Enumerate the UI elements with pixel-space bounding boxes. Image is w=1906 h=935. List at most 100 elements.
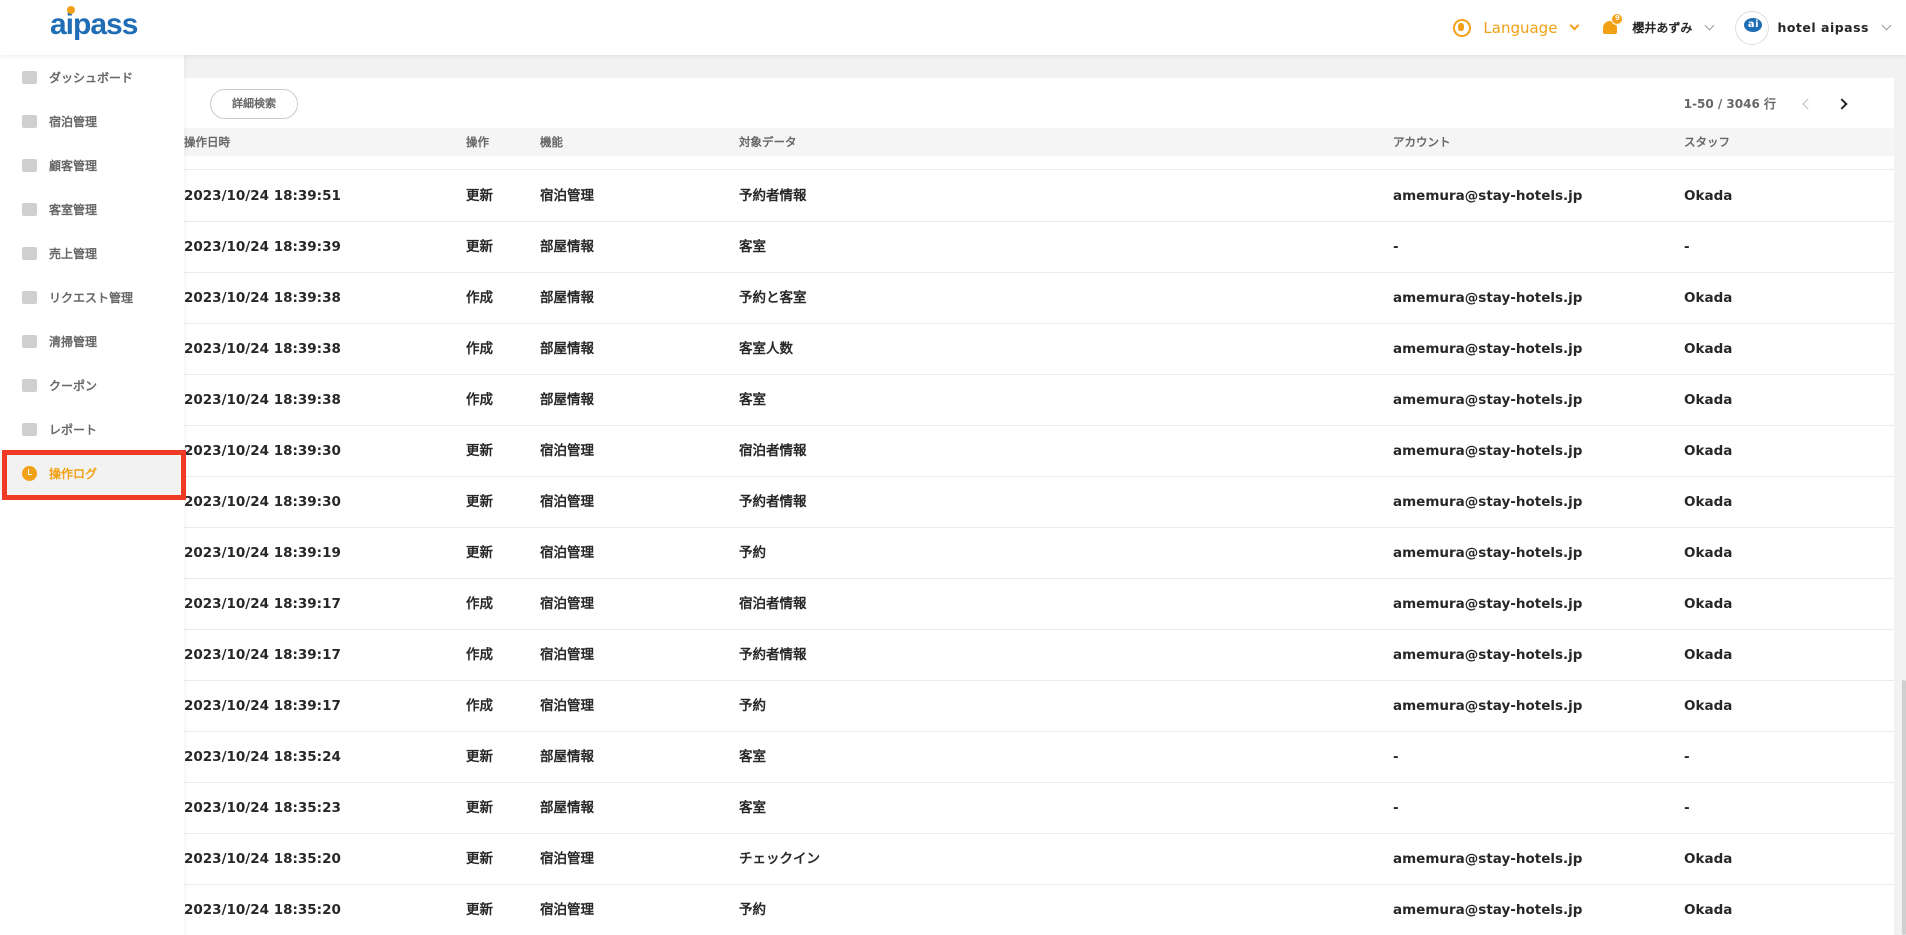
table-cell: 部屋情報 <box>540 290 594 306</box>
vertical-scrollbar[interactable] <box>1902 680 1906 935</box>
bed-icon <box>22 114 37 128</box>
table-cell: 宿泊管理 <box>540 494 594 510</box>
table-cell: 客室 <box>739 749 766 765</box>
table-row[interactable]: 2023/10/24 18:35:20 更新 宿泊管理 チェックイン amemura@s… <box>150 834 1894 885</box>
table-cell: 予約 <box>739 902 766 918</box>
table-row[interactable]: 2023/10/24 18:35:20 更新 宿泊管理 予約 amemura@stay-… <box>150 885 1894 935</box>
column-header[interactable]: 操作日時 <box>184 128 230 156</box>
sidebar-item[interactable]: 宿泊管理 <box>0 99 184 143</box>
chevron-right-icon[interactable] <box>1836 97 1848 110</box>
sidebar-item-label: 売上管理 <box>49 246 98 261</box>
table-cell: amemura@stay-hotels.jp <box>1393 392 1583 408</box>
table-cell: 宿泊者情報 <box>739 596 807 612</box>
table-cell: 作成 <box>466 596 493 612</box>
table-row-partial <box>150 156 1894 170</box>
table-row[interactable]: 2023/10/24 18:39:17 作成 宿泊管理 宿泊者情報 amemura@st… <box>150 579 1894 630</box>
table-cell: 更新 <box>466 239 493 255</box>
table-row[interactable]: 2023/10/24 18:35:23 更新 部屋情報 客室 - - <box>150 783 1894 834</box>
table-cell: - <box>1393 800 1399 816</box>
table-cell: Okada <box>1684 494 1733 510</box>
table-cell: 宿泊管理 <box>540 647 594 663</box>
header-controls: Language 9 櫻井あずみ ai hotel aipass <box>1453 0 1892 55</box>
table-row[interactable]: 2023/10/24 18:39:30 更新 宿泊管理 宿泊者情報 amemura@st… <box>150 426 1894 477</box>
hotel-menu[interactable]: ai hotel aipass <box>1735 10 1892 45</box>
table-row[interactable]: 2023/10/24 18:39:51 更新 宿泊管理 予約者情報 amemura@st… <box>150 171 1894 222</box>
table-row[interactable]: 2023/10/24 18:39:17 作成 宿泊管理 予約者情報 amemura@st… <box>150 630 1894 681</box>
table-cell: 客室 <box>739 239 766 255</box>
table-cell: 2023/10/24 18:39:30 <box>184 494 341 510</box>
sidebar-item[interactable]: レポート <box>0 407 184 451</box>
table-cell: amemura@stay-hotels.jp <box>1393 698 1583 714</box>
table-cell: amemura@stay-hotels.jp <box>1393 851 1583 867</box>
table-cell: 更新 <box>466 851 493 867</box>
sidebar-item-label: ダッシュボード <box>49 70 134 85</box>
table-cell: 部屋情報 <box>540 392 594 408</box>
table-cell: 部屋情報 <box>540 800 594 816</box>
table-cell: Okada <box>1684 698 1733 714</box>
user-menu[interactable]: 櫻井あずみ <box>1632 19 1715 36</box>
table-cell: 客室人数 <box>739 341 793 357</box>
table-row[interactable]: 2023/10/24 18:39:38 作成 部屋情報 客室人数 amemura@sta… <box>150 324 1894 375</box>
customer-icon <box>22 158 37 172</box>
sidebar-item[interactable]: 客室管理 <box>0 187 184 231</box>
column-header[interactable]: スタッフ <box>1684 128 1730 156</box>
table-cell: 部屋情報 <box>540 239 594 255</box>
table-cell: amemura@stay-hotels.jp <box>1393 647 1583 663</box>
sidebar-item[interactable]: クーポン <box>0 363 184 407</box>
table-cell: 2023/10/24 18:39:38 <box>184 392 341 408</box>
table-cell: 作成 <box>466 647 493 663</box>
table-cell: 2023/10/24 18:39:38 <box>184 341 341 357</box>
table-cell: 2023/10/24 18:39:19 <box>184 545 341 561</box>
broom-icon <box>22 334 37 348</box>
aipass-logo[interactable]: aipass <box>50 6 138 42</box>
sidebar-item[interactable]: リクエスト管理 <box>0 275 184 319</box>
table-cell: 客室 <box>739 392 766 408</box>
table-row[interactable]: 2023/10/24 18:39:38 作成 部屋情報 客室 amemura@stay-… <box>150 375 1894 426</box>
table-cell: 2023/10/24 18:39:51 <box>184 188 341 204</box>
table-cell: Okada <box>1684 596 1733 612</box>
sidebar-item[interactable]: 顧客管理 <box>0 143 184 187</box>
column-header[interactable]: アカウント <box>1393 128 1451 156</box>
column-header[interactable]: 対象データ <box>739 128 797 156</box>
table-cell: 更新 <box>466 545 493 561</box>
table-cell: 予約と客室 <box>739 290 807 306</box>
table-row[interactable]: 2023/10/24 18:39:19 更新 宿泊管理 予約 amemura@stay-… <box>150 528 1894 579</box>
table-cell: Okada <box>1684 392 1733 408</box>
coupon-icon <box>22 378 37 392</box>
sidebar-item-label: 清掃管理 <box>49 334 98 349</box>
table-cell: amemura@stay-hotels.jp <box>1393 443 1583 459</box>
table-cell: 部屋情報 <box>540 341 594 357</box>
top-bar: aipass Language 9 櫻井あずみ ai hotel aipass <box>0 0 1906 55</box>
table-cell: 予約者情報 <box>739 647 807 663</box>
table-cell: - <box>1684 800 1690 816</box>
sidebar-item-label: 宿泊管理 <box>49 114 98 129</box>
calculator-icon <box>22 246 37 260</box>
table-cell: 予約者情報 <box>739 188 807 204</box>
column-header[interactable]: 操作 <box>466 128 489 156</box>
table-cell: 2023/10/24 18:35:23 <box>184 800 341 816</box>
operation-log-panel: 詳細検索 1-50 / 3046 行 操作日時 操作 機能 対象データ アカウント スタッ… <box>150 78 1894 935</box>
sidebar-item-label: レポート <box>49 422 98 437</box>
table-row[interactable]: 2023/10/24 18:39:17 作成 宿泊管理 予約 amemura@stay-… <box>150 681 1894 732</box>
sidebar-item[interactable]: 売上管理 <box>0 231 184 275</box>
sidebar-item[interactable]: ダッシュボード <box>0 55 184 99</box>
advanced-search-button[interactable]: 詳細検索 <box>210 89 298 119</box>
table-cell: 更新 <box>466 902 493 918</box>
table-cell: Okada <box>1684 290 1733 306</box>
bell-icon[interactable]: 9 <box>1602 12 1624 37</box>
table-cell: 2023/10/24 18:35:24 <box>184 749 341 765</box>
table-cell: 作成 <box>466 698 493 714</box>
chart-icon <box>22 422 37 436</box>
highlight-box <box>2 450 186 500</box>
table-row[interactable]: 2023/10/24 18:35:24 更新 部屋情報 客室 - - <box>150 732 1894 783</box>
table-cell: 部屋情報 <box>540 749 594 765</box>
table-row[interactable]: 2023/10/24 18:39:30 更新 宿泊管理 予約者情報 amemura@st… <box>150 477 1894 528</box>
hotel-name: hotel aipass <box>1777 20 1869 35</box>
table-cell: 宿泊管理 <box>540 851 594 867</box>
column-header[interactable]: 機能 <box>540 128 563 156</box>
table-row[interactable]: 2023/10/24 18:39:38 作成 部屋情報 予約と客室 amemura@st… <box>150 273 1894 324</box>
chevron-left-icon[interactable] <box>1802 97 1814 110</box>
sidebar-item[interactable]: 清掃管理 <box>0 319 184 363</box>
table-row[interactable]: 2023/10/24 18:39:39 更新 部屋情報 客室 - - <box>150 222 1894 273</box>
language-selector[interactable]: Language <box>1453 18 1580 37</box>
